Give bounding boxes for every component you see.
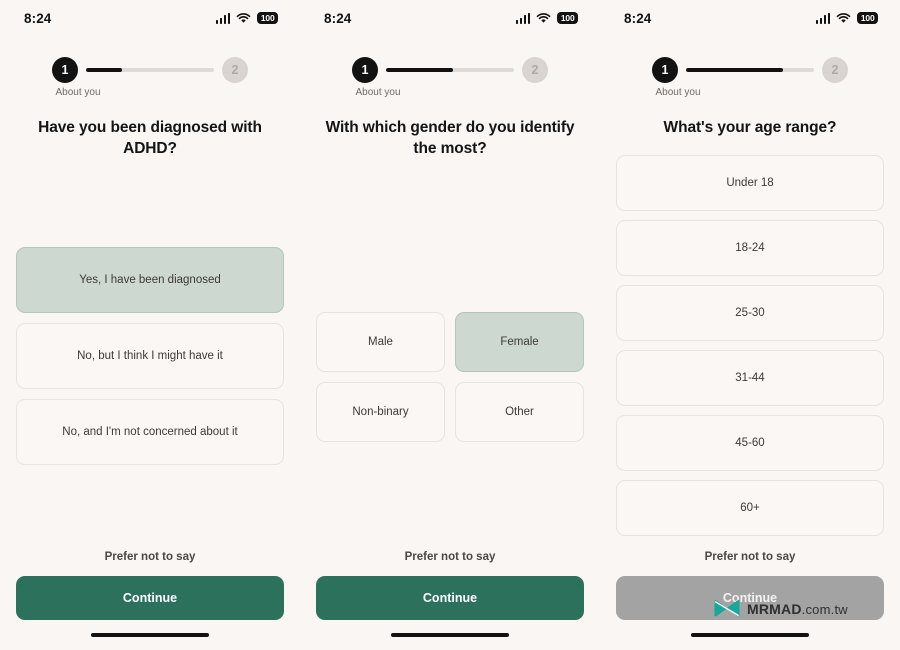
progress-indicator: 1 2 About you (0, 57, 300, 103)
panel-footer: Prefer not to say Continue (300, 551, 600, 620)
progress-step-next: 2 (822, 57, 848, 83)
progress-indicator: 1 2 About you (300, 57, 600, 103)
progress-fill (686, 68, 784, 72)
option-yes-diagnosed[interactable]: Yes, I have been diagnosed (16, 246, 284, 313)
progress-fill (386, 68, 453, 72)
progress-track (386, 68, 514, 72)
battery-icon: 100 (857, 12, 878, 24)
page-title: With which gender do you identify the mo… (325, 119, 575, 158)
option-label: Male (368, 335, 393, 348)
panel-footer: Prefer not to say Continue (0, 551, 300, 620)
home-indicator (691, 633, 809, 637)
wifi-icon (537, 12, 551, 23)
option-60-plus[interactable]: 60+ (616, 480, 884, 537)
cellular-signal-icon (815, 12, 831, 24)
home-indicator-wrap (300, 620, 600, 650)
panel-adhd-diagnosis: 8:24 100 1 2 About you Have you been dia… (0, 0, 300, 650)
status-bar: 8:24 100 (0, 0, 300, 36)
option-other[interactable]: Other (455, 381, 584, 442)
option-label: 31-44 (735, 372, 765, 385)
progress-step-label: About you (355, 87, 401, 98)
page-title: What's your age range? (663, 119, 837, 136)
option-male[interactable]: Male (316, 311, 445, 372)
option-label: 60+ (740, 502, 760, 515)
option-not-concerned[interactable]: No, and I'm not concerned about it (16, 398, 284, 465)
wifi-icon (237, 12, 251, 23)
home-indicator-wrap (600, 620, 900, 650)
options-list: Yes, I have been diagnosed No, but I thi… (0, 246, 300, 465)
panel-gender-identity: 8:24 100 1 2 About you With which gender… (300, 0, 600, 650)
battery-icon: 100 (557, 12, 578, 24)
status-indicators: 100 (215, 12, 278, 24)
options-list: Male Female Non-binary Other (300, 311, 600, 442)
wifi-icon (837, 12, 851, 23)
option-label: 45-60 (735, 437, 765, 450)
home-indicator (391, 633, 509, 637)
status-bar: 8:24 100 (600, 0, 900, 36)
option-non-binary[interactable]: Non-binary (316, 381, 445, 442)
option-label: No, but I think I might have it (77, 349, 223, 362)
cellular-signal-icon (515, 12, 531, 24)
three-panel-onboarding-screenshot: 8:24 100 1 2 About you Have you been dia… (0, 0, 900, 650)
continue-button[interactable]: Continue (16, 576, 284, 620)
status-time: 8:24 (324, 10, 352, 26)
progress-step-label: About you (55, 87, 101, 98)
progress-step-current: 1 (652, 57, 678, 83)
page-title: Have you been diagnosed with ADHD? (38, 119, 262, 158)
status-indicators: 100 (515, 12, 578, 24)
progress-step-next: 2 (222, 57, 248, 83)
option-label: Yes, I have been diagnosed (79, 273, 221, 286)
home-indicator (91, 633, 209, 637)
prefer-not-to-say-link[interactable]: Prefer not to say (16, 551, 284, 576)
status-bar: 8:24 100 (300, 0, 600, 36)
home-indicator-wrap (0, 620, 300, 650)
option-might-have-it[interactable]: No, but I think I might have it (16, 322, 284, 389)
option-label: Non-binary (352, 405, 409, 418)
status-time: 8:24 (624, 10, 652, 26)
cellular-signal-icon (215, 12, 231, 24)
progress-step-current: 1 (352, 57, 378, 83)
progress-step-next: 2 (522, 57, 548, 83)
mrmad-logo-icon (714, 600, 740, 617)
option-label: Under 18 (726, 177, 774, 190)
option-label: 18-24 (735, 242, 765, 255)
watermark-tld: .com.tw (801, 601, 848, 617)
option-label: 25-30 (735, 307, 765, 320)
panel-age-range: 8:24 100 1 2 About you What's your age r… (600, 0, 900, 650)
progress-indicator: 1 2 About you (600, 57, 900, 103)
prefer-not-to-say-link[interactable]: Prefer not to say (316, 551, 584, 576)
progress-fill (86, 68, 122, 72)
option-31-44[interactable]: 31-44 (616, 350, 884, 407)
status-indicators: 100 (815, 12, 878, 24)
progress-step-label: About you (655, 87, 701, 98)
watermark: MRMAD.com.tw (713, 599, 848, 618)
option-45-60[interactable]: 45-60 (616, 415, 884, 472)
status-time: 8:24 (24, 10, 52, 26)
progress-track (86, 68, 214, 72)
option-under-18[interactable]: Under 18 (616, 155, 884, 212)
prefer-not-to-say-link[interactable]: Prefer not to say (616, 551, 884, 576)
option-female[interactable]: Female (455, 311, 584, 372)
watermark-text: MRMAD.com.tw (747, 601, 848, 617)
option-label: No, and I'm not concerned about it (62, 425, 238, 438)
option-18-24[interactable]: 18-24 (616, 220, 884, 277)
options-list: Under 18 18-24 25-30 31-44 45-60 60+ (600, 155, 900, 537)
battery-icon: 100 (257, 12, 278, 24)
progress-track (686, 68, 814, 72)
continue-button[interactable]: Continue (316, 576, 584, 620)
option-label: Other (505, 405, 534, 418)
option-label: Female (500, 335, 539, 348)
watermark-name: MRMAD (747, 600, 802, 617)
option-25-30[interactable]: 25-30 (616, 285, 884, 342)
progress-step-current: 1 (52, 57, 78, 83)
